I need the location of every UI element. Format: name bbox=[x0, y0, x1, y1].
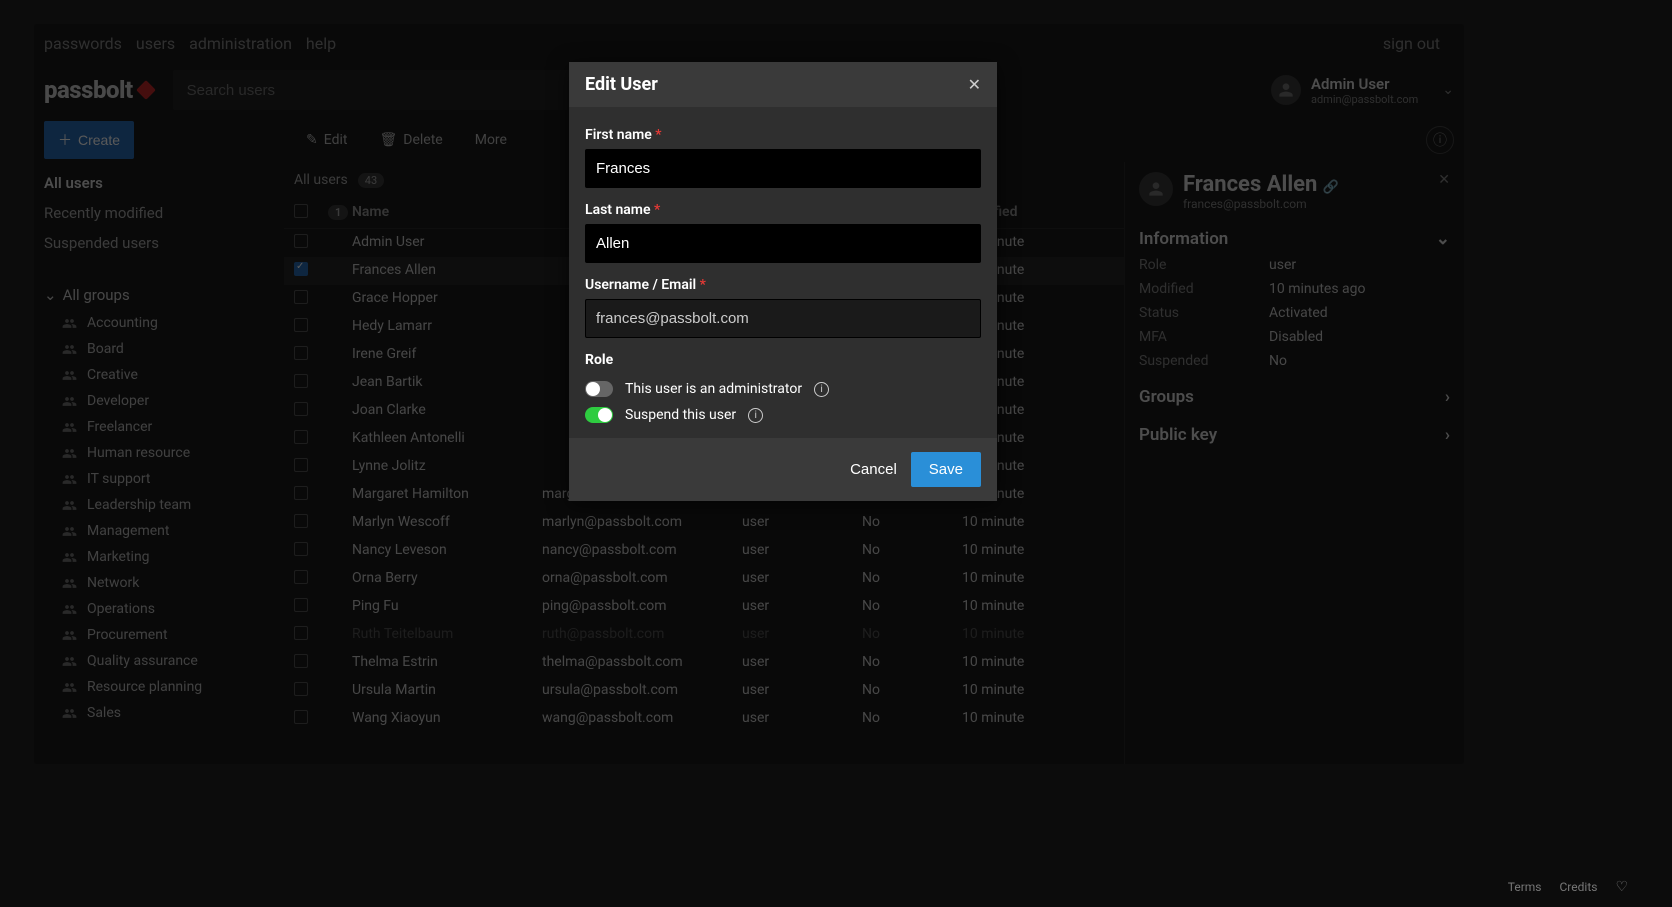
admin-toggle-label: This user is an administrator bbox=[625, 381, 802, 397]
first-name-label: First name * bbox=[585, 127, 981, 143]
save-button[interactable]: Save bbox=[911, 452, 981, 487]
username-label: Username / Email * bbox=[585, 277, 981, 293]
cancel-button[interactable]: Cancel bbox=[850, 461, 897, 478]
last-name-input[interactable] bbox=[585, 224, 981, 263]
last-name-label: Last name * bbox=[585, 202, 981, 218]
username-input bbox=[585, 299, 981, 338]
info-icon[interactable]: i bbox=[814, 382, 829, 397]
footer-credits[interactable]: Credits bbox=[1560, 880, 1598, 894]
suspend-toggle-label: Suspend this user bbox=[625, 407, 736, 423]
close-modal-button[interactable]: ✕ bbox=[968, 75, 981, 94]
edit-user-modal: Edit User ✕ First name * Last name * Use… bbox=[569, 62, 997, 501]
info-icon[interactable]: i bbox=[748, 408, 763, 423]
footer-terms[interactable]: Terms bbox=[1508, 880, 1542, 894]
first-name-input[interactable] bbox=[585, 149, 981, 188]
heart-icon: ♡ bbox=[1615, 879, 1628, 895]
suspend-toggle[interactable] bbox=[585, 407, 613, 423]
admin-toggle[interactable] bbox=[585, 381, 613, 397]
footer: Terms Credits ♡ bbox=[1508, 879, 1628, 895]
modal-title: Edit User bbox=[585, 74, 658, 95]
role-heading: Role bbox=[585, 352, 981, 368]
